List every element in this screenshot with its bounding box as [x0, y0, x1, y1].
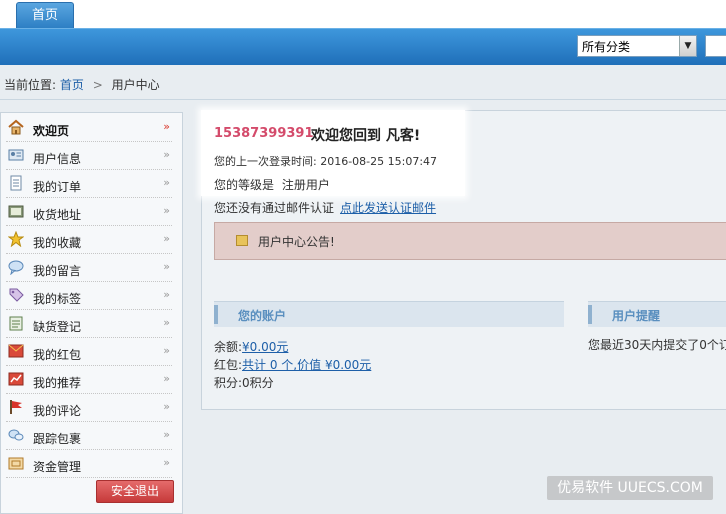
section-marker: [588, 305, 592, 324]
reminder-text: 您最近30天内提交了0个订: [588, 338, 726, 352]
sidebar-item-reviews[interactable]: 我的评论 »: [6, 394, 172, 422]
chevron-right-icon: »: [163, 232, 170, 245]
sidebar-item-label: 我的标签: [33, 292, 82, 306]
sidebar-item-recommend[interactable]: 我的推荐 »: [6, 366, 172, 394]
sidebar-item-tags[interactable]: 我的标签 »: [6, 282, 172, 310]
chevron-right-icon: »: [163, 456, 170, 469]
chevron-right-icon: »: [163, 176, 170, 189]
announcement-text: 用户中心公告!: [258, 235, 335, 249]
bonus-row: 红包:共计 0 个,价值 ¥0.00元: [214, 356, 371, 373]
balance-row: 余额:¥0.00元: [214, 338, 288, 355]
email-verification: 您还没有通过邮件认证 点此发送认证邮件: [214, 199, 436, 216]
tag-icon: [8, 287, 24, 303]
chevron-right-icon: »: [163, 288, 170, 301]
clipboard-icon: [8, 315, 24, 331]
sidebar-item-funds[interactable]: 资金管理 »: [6, 450, 172, 478]
chevron-right-icon: »: [163, 120, 170, 133]
chevron-right-icon: »: [163, 372, 170, 385]
user-phone: 15387399391: [214, 126, 314, 141]
document-icon: [8, 175, 24, 191]
category-select[interactable]: 所有分类 ▼: [577, 35, 697, 57]
balance-link[interactable]: ¥0.00元: [242, 340, 288, 354]
announcement-box: 用户中心公告!: [214, 222, 726, 260]
breadcrumb: 当前位置: 首页 > 用户中心: [4, 76, 160, 93]
sidebar-item-label: 收货地址: [33, 208, 82, 222]
breadcrumb-current: 用户中心: [111, 78, 160, 92]
breadcrumb-home-link[interactable]: 首页: [60, 78, 84, 92]
sidebar-item-tracking[interactable]: 跟踪包裹 »: [6, 422, 172, 450]
balance-label: 余额:: [214, 340, 243, 354]
user-level: 您的等级是 注册用户: [214, 176, 330, 193]
user-level-value: 注册用户: [281, 178, 330, 192]
notice-icon: [236, 235, 248, 246]
sidebar-item-label: 欢迎页: [33, 124, 70, 138]
sidebar-item-label: 用户信息: [33, 152, 82, 166]
sidebar-item-label: 缺货登记: [33, 320, 82, 334]
header-divider: [0, 99, 726, 100]
chevron-right-icon: »: [163, 204, 170, 217]
account-heading: 您的账户: [238, 309, 287, 323]
sidebar-item-red-envelope[interactable]: 我的红包 »: [6, 338, 172, 366]
reminder-heading: 用户提醒: [612, 309, 661, 323]
flag-icon: [8, 399, 24, 415]
sidebar-item-stockout[interactable]: 缺货登记 »: [6, 310, 172, 338]
chevron-right-icon: »: [163, 400, 170, 413]
chevron-right-icon: »: [163, 316, 170, 329]
sidebar-item-label: 资金管理: [33, 460, 82, 474]
breadcrumb-separator: >: [92, 78, 103, 92]
recommend-icon: [8, 371, 24, 387]
sidebar-item-label: 我的红包: [33, 348, 82, 362]
sidebar-item-label: 我的订单: [33, 180, 82, 194]
red-envelope-icon: [8, 343, 24, 359]
sidebar-item-label: 我的推荐: [33, 376, 82, 390]
id-card-icon: [8, 147, 24, 163]
sidebar-item-label: 我的留言: [33, 264, 82, 278]
wallet-icon: [8, 455, 24, 471]
sidebar-item-favorites[interactable]: 我的收藏 »: [6, 226, 172, 254]
star-icon: [7, 230, 25, 248]
section-marker: [214, 305, 218, 324]
user-level-label: 您的等级是: [214, 178, 275, 192]
breadcrumb-prefix: 当前位置:: [4, 78, 57, 92]
watermark: 优易软件 UUECS.COM: [547, 476, 713, 500]
sidebar-item-user-info[interactable]: 用户信息 »: [6, 142, 172, 170]
send-verification-email-link[interactable]: 点此发送认证邮件: [340, 201, 436, 215]
account-section-header: 您的账户: [214, 301, 564, 327]
points-row: 积分:0积分: [214, 374, 274, 391]
sidebar-item-label: 我的收藏: [33, 236, 82, 250]
chevron-down-icon[interactable]: ▼: [679, 36, 696, 56]
sidebar-item-label: 我的评论: [33, 404, 82, 418]
bonus-link[interactable]: 共计 0 个,价值 ¥0.00元: [242, 358, 371, 372]
main-nav-bar: 所有分类 ▼: [0, 28, 726, 65]
tab-home[interactable]: 首页: [16, 2, 74, 28]
bonus-label: 红包:: [214, 358, 243, 372]
sidebar-item-address[interactable]: 收货地址 »: [6, 198, 172, 226]
speech-bubble-icon: [8, 259, 24, 276]
sidebar-item-messages[interactable]: 我的留言 »: [6, 254, 172, 282]
chevron-right-icon: »: [163, 344, 170, 357]
logout-button[interactable]: 安全退出: [96, 480, 174, 503]
chevron-right-icon: »: [163, 260, 170, 273]
address-book-icon: [8, 203, 24, 219]
category-select-value: 所有分类: [582, 40, 631, 54]
tracking-icon: [8, 427, 24, 443]
welcome-greeting: 欢迎您回到 凡客!: [311, 128, 421, 144]
sidebar-item-welcome[interactable]: 欢迎页 »: [6, 114, 172, 142]
sidebar-item-label: 跟踪包裹: [33, 432, 82, 446]
top-tab-bar: 首页: [0, 0, 726, 28]
home-icon: [8, 119, 24, 135]
points-text: 积分:0积分: [214, 376, 274, 390]
sidebar-item-orders[interactable]: 我的订单 »: [6, 170, 172, 198]
search-input[interactable]: [705, 35, 726, 57]
chevron-right-icon: »: [163, 148, 170, 161]
email-notice-text: 您还没有通过邮件认证: [214, 201, 335, 215]
chevron-right-icon: »: [163, 428, 170, 441]
last-login-time: 您的上一次登录时间: 2016-08-25 15:07:47: [214, 155, 438, 168]
reminder-section-header: 用户提醒: [588, 301, 726, 327]
